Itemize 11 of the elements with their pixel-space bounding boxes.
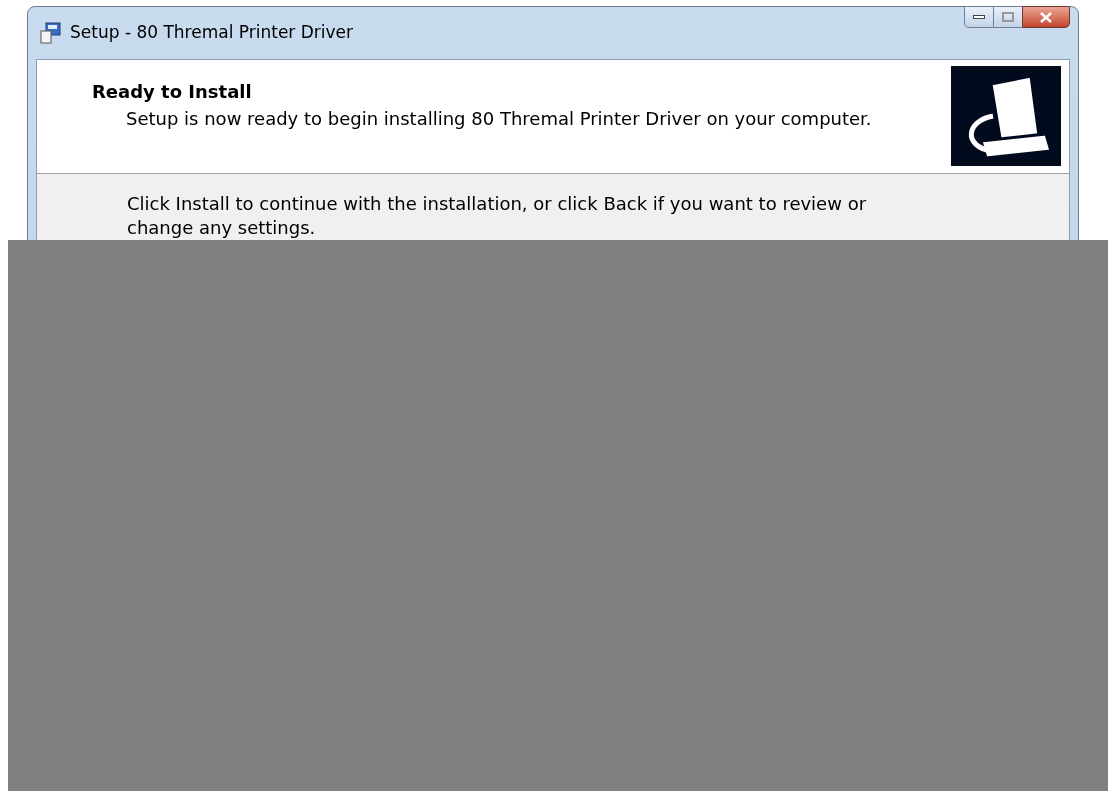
- maximize-button[interactable]: [994, 6, 1022, 28]
- installer-icon: [40, 22, 62, 44]
- instruction-text: Click Install to continue with the installation, or click Back if you want to review or change any settings.: [127, 192, 868, 240]
- minimize-button[interactable]: [964, 6, 994, 28]
- header-title: Ready to Install: [92, 80, 253, 104]
- minimize-icon: [973, 15, 985, 19]
- window-title: Setup - 80 Thremal Printer Driver: [70, 21, 354, 45]
- header-subtitle: Setup is now ready to begin installing 80 Thremal Printer Driver on your computer.: [125, 107, 873, 131]
- close-button[interactable]: [1022, 6, 1070, 28]
- maximize-icon: [1002, 12, 1014, 22]
- close-icon: [1040, 11, 1052, 23]
